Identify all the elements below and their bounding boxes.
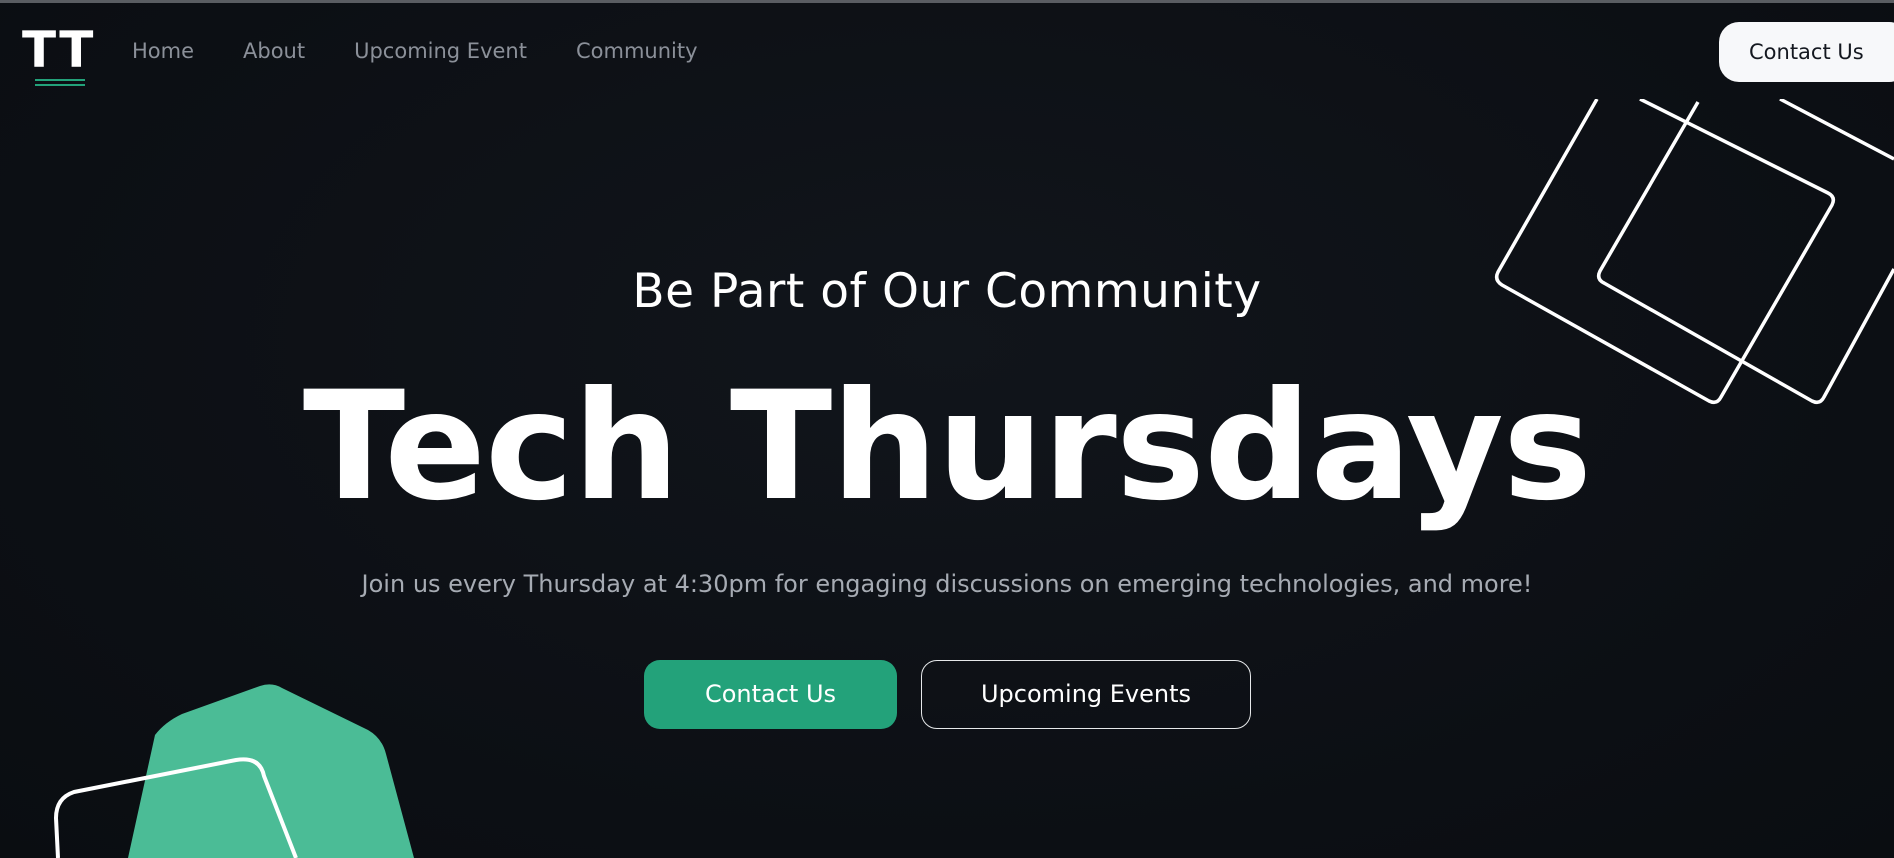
nav-link-home[interactable]: Home [132, 39, 194, 63]
logo[interactable]: TT [22, 25, 98, 91]
nav-link-upcoming-event[interactable]: Upcoming Event [354, 39, 527, 63]
nav-contact-button[interactable]: Contact Us [1719, 22, 1894, 82]
landing-page: TT Home About Upcoming Event Community C… [0, 0, 1894, 858]
contact-us-button[interactable]: Contact Us [644, 660, 897, 729]
logo-underline-2 [35, 84, 85, 86]
hero-title: Tech Thursdays [302, 360, 1592, 534]
nav-link-about[interactable]: About [243, 39, 305, 63]
upcoming-events-button[interactable]: Upcoming Events [921, 660, 1251, 729]
nav-links: Home About Upcoming Event Community [132, 39, 747, 63]
hero-subtitle: Be Part of Our Community [632, 264, 1262, 319]
nav-link-community[interactable]: Community [576, 39, 698, 63]
decorative-hexagon-bottom-left [54, 684, 414, 858]
top-navigation: TT Home About Upcoming Event Community C… [0, 3, 1894, 99]
logo-underline [35, 79, 85, 81]
logo-text: TT [22, 21, 96, 79]
hero-description: Join us every Thursday at 4:30pm for eng… [361, 570, 1533, 598]
